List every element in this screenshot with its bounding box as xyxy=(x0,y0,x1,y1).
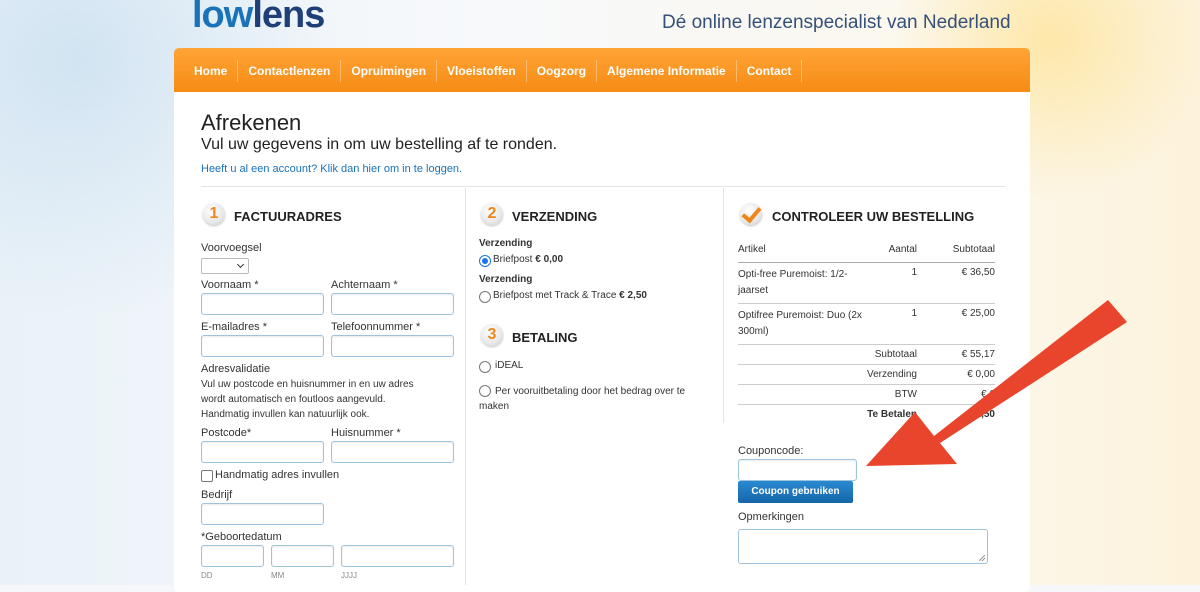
arrow-shape xyxy=(866,300,1127,466)
red-arrow-icon xyxy=(866,300,1127,466)
